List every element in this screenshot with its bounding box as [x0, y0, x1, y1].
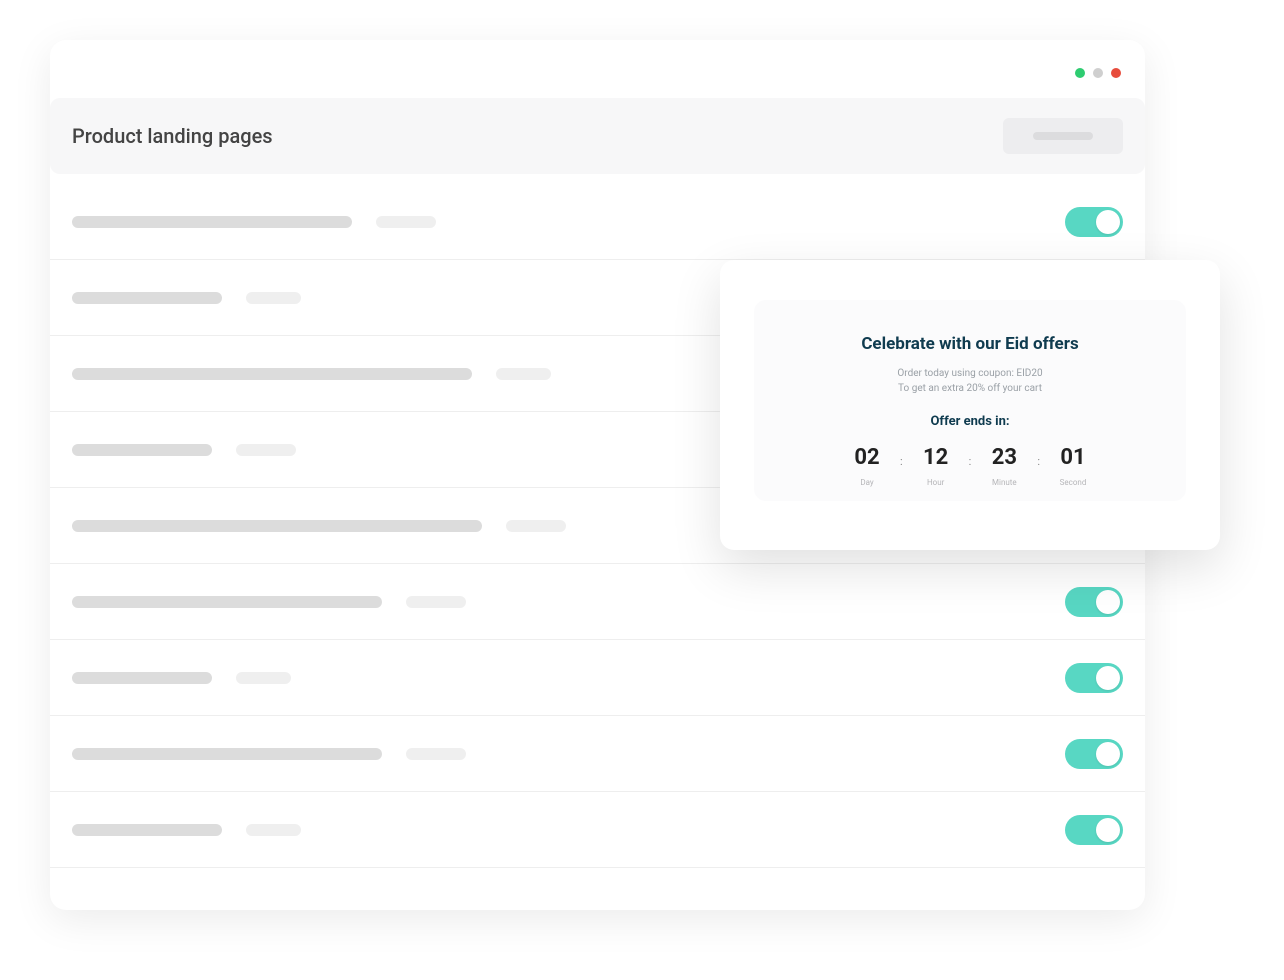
list-row — [50, 792, 1145, 868]
placeholder-text — [72, 444, 212, 456]
page-title: Product landing pages — [72, 124, 273, 148]
placeholder-text — [72, 596, 382, 608]
preview-title: Celebrate with our Eid offers — [774, 334, 1166, 354]
preview-line2: To get an extra 20% off your cart — [898, 383, 1042, 394]
placeholder-badge — [406, 596, 466, 608]
preview-subtitle: Order today using coupon: EID20 To get a… — [774, 366, 1166, 396]
placeholder-badge — [506, 520, 566, 532]
countdown-separator: : — [969, 455, 972, 468]
window-close[interactable] — [1111, 68, 1121, 78]
placeholder-text — [72, 672, 212, 684]
countdown-second: 01 Second — [1046, 445, 1100, 487]
enable-toggle[interactable] — [1065, 207, 1123, 237]
countdown-separator: : — [900, 455, 903, 468]
row-content — [72, 444, 296, 456]
enable-toggle[interactable] — [1065, 739, 1123, 769]
enable-toggle[interactable] — [1065, 663, 1123, 693]
row-content — [72, 672, 291, 684]
row-content — [72, 368, 551, 380]
placeholder-badge — [376, 216, 436, 228]
placeholder-text — [72, 216, 352, 228]
list-row — [50, 640, 1145, 716]
placeholder-text — [72, 520, 482, 532]
countdown-preview-card: Celebrate with our Eid offers Order toda… — [720, 260, 1220, 550]
enable-toggle[interactable] — [1065, 815, 1123, 845]
countdown-minute-label: Minute — [977, 478, 1031, 487]
window-maximize[interactable] — [1093, 68, 1103, 78]
window-minimize[interactable] — [1075, 68, 1085, 78]
offer-ends-label: Offer ends in: — [774, 414, 1166, 429]
countdown-timer: 02 Day : 12 Hour : 23 Minute : 01 Second — [774, 445, 1166, 487]
placeholder-text — [72, 292, 222, 304]
preview-line1: Order today using coupon: EID20 — [897, 368, 1042, 379]
list-row — [50, 716, 1145, 792]
countdown-day-value: 02 — [840, 445, 894, 470]
countdown-second-value: 01 — [1046, 445, 1100, 470]
row-content — [72, 216, 436, 228]
countdown-day-label: Day — [840, 478, 894, 487]
placeholder-badge — [496, 368, 551, 380]
countdown-day: 02 Day — [840, 445, 894, 487]
enable-toggle[interactable] — [1065, 587, 1123, 617]
placeholder-badge — [246, 292, 301, 304]
countdown-minute-value: 23 — [977, 445, 1031, 470]
countdown-second-label: Second — [1046, 478, 1100, 487]
countdown-separator: : — [1037, 455, 1040, 468]
row-content — [72, 596, 466, 608]
placeholder-badge — [236, 444, 296, 456]
preview-content: Celebrate with our Eid offers Order toda… — [754, 300, 1186, 501]
list-row — [50, 184, 1145, 260]
placeholder-badge — [236, 672, 291, 684]
header-action-button[interactable] — [1003, 118, 1123, 154]
row-content — [72, 748, 466, 760]
page-header: Product landing pages — [50, 98, 1145, 174]
row-content — [72, 520, 566, 532]
placeholder-badge — [246, 824, 301, 836]
row-content — [72, 292, 301, 304]
placeholder-text — [72, 368, 472, 380]
countdown-hour: 12 Hour — [909, 445, 963, 487]
placeholder-text — [72, 748, 382, 760]
row-content — [72, 824, 301, 836]
countdown-hour-label: Hour — [909, 478, 963, 487]
placeholder-text — [72, 824, 222, 836]
countdown-hour-value: 12 — [909, 445, 963, 470]
window-controls — [1075, 68, 1121, 78]
list-row — [50, 564, 1145, 640]
placeholder-badge — [406, 748, 466, 760]
countdown-minute: 23 Minute — [977, 445, 1031, 487]
